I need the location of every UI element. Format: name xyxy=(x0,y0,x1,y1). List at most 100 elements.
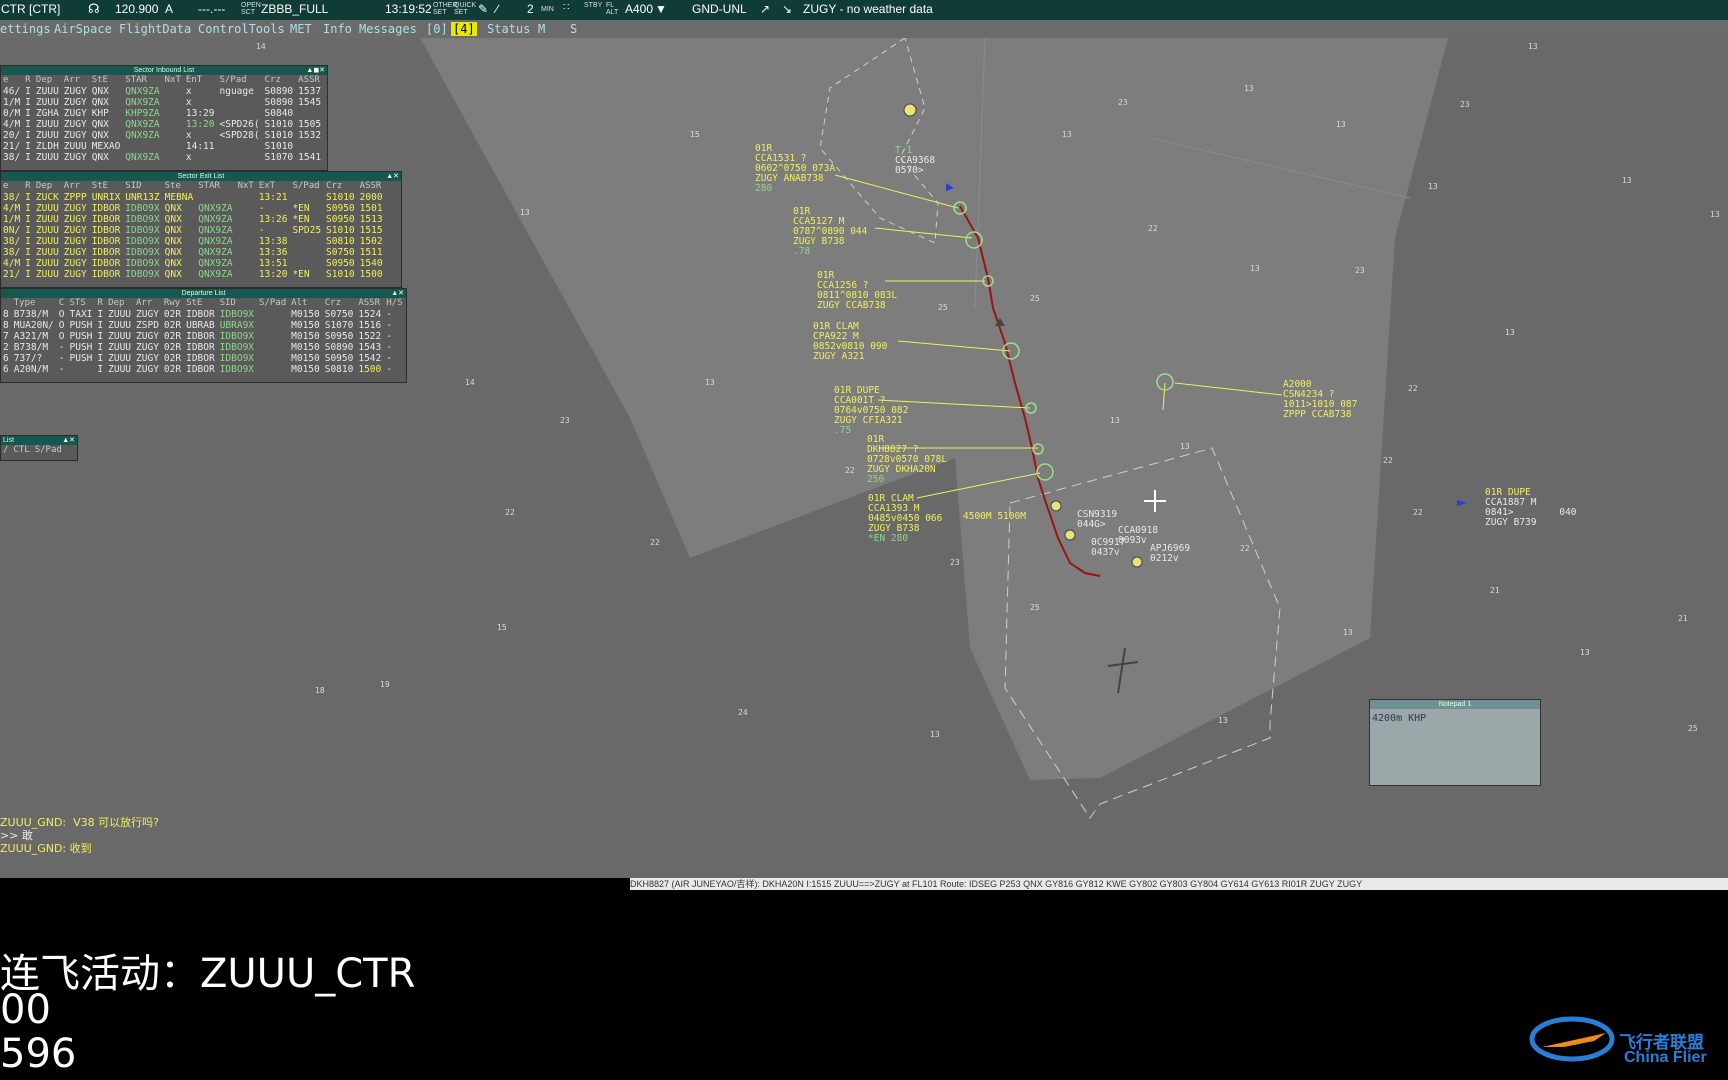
target-label-cca9368[interactable]: T-1 CCA9368 0570> xyxy=(895,146,935,176)
table-row[interactable]: 6 737/? - PUSH I ZUUU ZUGY 02R IDBOR IDBO9X M0150 S… xyxy=(1,353,406,364)
menu-settings[interactable]: ettings xyxy=(0,22,51,36)
menu-met[interactable]: MET xyxy=(290,22,312,36)
menu-info[interactable]: Info xyxy=(323,22,352,36)
column-header[interactable]: Dep xyxy=(34,181,62,192)
column-header[interactable]: H/S xyxy=(384,298,405,309)
column-header[interactable]: S/Pad xyxy=(290,181,324,192)
menu-m[interactable]: M xyxy=(538,22,545,36)
column-header[interactable]: Type xyxy=(12,298,57,309)
frequency-display[interactable]: 120.900 xyxy=(115,2,158,16)
table-row[interactable]: 2 B738/M - PUSH I ZUUU ZUGY 02R IDBOR IDBO9X M0150… xyxy=(1,342,406,353)
column-header[interactable]: C xyxy=(57,298,68,309)
column-header[interactable]: SID xyxy=(123,181,162,192)
target-label-csn9319[interactable]: CSN9319 044G> xyxy=(1077,510,1117,530)
headset-icon[interactable]: ☊ xyxy=(88,1,100,17)
column-header[interactable]: Crz xyxy=(324,181,358,192)
table-row[interactable]: 21/I ZLDH ZUUU MEXAO 14:11 S1010 xyxy=(1,141,324,152)
window-controls-icon[interactable]: ▲✕ xyxy=(386,172,399,181)
menu-status[interactable]: Status xyxy=(487,22,530,36)
column-header[interactable]: S/Pad xyxy=(257,298,289,309)
mode-indicator[interactable]: A xyxy=(165,2,173,16)
column-header[interactable]: CTL xyxy=(11,445,32,456)
table-row[interactable]: 0N/I ZUUU ZUGY IDBOR IDBO9X QNX QNX9ZA - SPD25 S1… xyxy=(1,225,386,236)
table-row[interactable]: 20/I ZUUU ZUGY QNX QNX9ZA x <SPD28(S1010 1532 xyxy=(1,130,324,141)
position-callsign[interactable]: CTR [CTR] xyxy=(1,2,60,16)
target-label-cca1256[interactable]: 01R CCA1256 ? 0811^0810 083L ZUGY CCAB738 xyxy=(817,271,897,311)
column-header[interactable]: StE xyxy=(90,75,124,86)
column-header[interactable]: SID xyxy=(218,298,257,309)
table-row[interactable]: 4/M I ZUUU ZUGY QNX QNX9ZA 13:20 <SPD26(S1010 15… xyxy=(1,119,324,130)
small-list-titlebar[interactable]: List ▲✕ xyxy=(1,436,77,445)
inbound-list-titlebar[interactable]: Sector Inbound List ▲◼✕ xyxy=(1,66,327,75)
menu-s[interactable]: S xyxy=(570,22,577,36)
table-row[interactable]: 6 A20N/M - I ZUUU ZUGY 02R IDBOR IDBO9X M0150 S081… xyxy=(1,364,406,375)
target-label-cca1887[interactable]: 01R DUPE CCA1887 M 0841> 040 ZUGY B739 xyxy=(1485,488,1577,528)
column-header[interactable]: Arr xyxy=(134,298,162,309)
table-row[interactable]: 21/I ZUUU ZUGY IDBOR IDBO9X QNX QNX9ZA 13:20 *EN… xyxy=(1,269,386,280)
level-filter[interactable]: GND-UNL xyxy=(692,2,747,16)
table-row[interactable]: 8 MUA20N/O PUSH I ZUUU ZSPD 02R UBRAB UBRA9X M015… xyxy=(1,320,406,331)
menu-flightdata[interactable]: FlightData xyxy=(119,22,191,36)
target-label-cca1393[interactable]: 01R CLAM CCA1393 M 0485v0450 066 ZUGY B738 *… xyxy=(868,494,942,544)
menu-messages[interactable]: Messages xyxy=(359,22,417,36)
column-header[interactable]: Alt xyxy=(289,298,323,309)
column-header[interactable]: NxT xyxy=(163,75,184,86)
altitude-value[interactable]: A400 xyxy=(625,2,653,16)
target-label-cpa922[interactable]: 01R CLAM CPA922 M 0852v0810 090 ZUGY A321 xyxy=(813,322,887,362)
table-row[interactable]: 4/M I ZUUU ZUGY IDBOR IDBO9X QNX QNX9ZA - *EN S095… xyxy=(1,203,386,214)
column-header[interactable]: Arr xyxy=(62,75,90,86)
chat-input[interactable]: >> 敢 xyxy=(0,829,33,842)
target-label-cca5127[interactable]: 01R CCA5127 M 0787^0890 044 ZUGY B738.78 xyxy=(793,207,867,257)
notepad-text[interactable]: 4200m KHP xyxy=(1370,709,1540,728)
table-row[interactable]: 0/M I ZGHA ZUGY KHP KHP9ZA 13:29 S0840 xyxy=(1,108,324,119)
notepad-title[interactable]: Notepad 1 xyxy=(1370,700,1540,709)
window-controls-icon[interactable]: ▲✕ xyxy=(391,289,404,298)
column-header[interactable]: StE xyxy=(90,181,124,192)
grid-icon[interactable]: ∷ xyxy=(563,2,569,13)
chat-messages[interactable]: ZUUU_GND: V38 可以放行吗? >> 敢 ZUUU_GND: 收到 xyxy=(0,816,159,855)
column-header[interactable]: STAR xyxy=(196,181,235,192)
column-header[interactable]: Ste xyxy=(163,181,197,192)
column-header[interactable]: e xyxy=(1,75,23,86)
departure-list[interactable]: Departure List ▲✕ Type C STS R Dep Arr Rwy StE SI… xyxy=(0,288,407,383)
menu-airspace[interactable]: AirSpace xyxy=(54,22,112,36)
column-header[interactable]: Rwy xyxy=(162,298,184,309)
table-row[interactable]: 7 A321/M O PUSH I ZUUU ZUGY 02R IDBOR IDBO9X M0150… xyxy=(1,331,406,342)
target-label-apj6969[interactable]: APJ6969 0212v xyxy=(1150,544,1190,564)
column-header[interactable]: STS xyxy=(68,298,96,309)
column-header[interactable]: Arr xyxy=(62,181,90,192)
exit-list-titlebar[interactable]: Sector Exit List ▲✕ xyxy=(1,172,401,181)
column-header[interactable]: Crz xyxy=(323,298,357,309)
messages-count-4[interactable]: [4] xyxy=(451,22,477,36)
table-row[interactable]: 4/M I ZUUU ZUGY IDBOR IDBO9X QNX QNX9ZA 13:51 S09… xyxy=(1,258,386,269)
column-header[interactable]: STAR xyxy=(123,75,162,86)
graph-icon[interactable]: ↗ xyxy=(760,2,770,16)
column-header[interactable]: EnT xyxy=(184,75,218,86)
column-header[interactable]: S/Pad xyxy=(218,75,263,86)
wind-icon[interactable]: ↘ xyxy=(782,2,792,16)
menu-controltools[interactable]: ControlTools xyxy=(198,22,285,36)
column-header[interactable]: R xyxy=(95,298,106,309)
column-header[interactable] xyxy=(1,298,12,309)
ruler-icon[interactable]: ∕ xyxy=(496,2,498,16)
column-header[interactable]: ASSR xyxy=(356,298,384,309)
column-header[interactable]: Dep xyxy=(106,298,134,309)
column-header[interactable]: e xyxy=(1,181,23,192)
sector-inbound-list[interactable]: Sector Inbound List ▲◼✕ e R Dep Arr StE STAR Nx… xyxy=(0,65,328,171)
table-row[interactable]: 38/I ZUCK ZPPP UNRIX UNR13Z MEBNA 13:21 S1010 20… xyxy=(1,192,386,203)
departure-list-titlebar[interactable]: Departure List ▲✕ xyxy=(1,289,406,298)
window-controls-icon[interactable]: ▲◼✕ xyxy=(306,66,325,75)
column-header[interactable]: NxT xyxy=(236,181,257,192)
column-header[interactable]: Crz xyxy=(263,75,297,86)
table-row[interactable]: 38/I ZUUU ZUGY QNX QNX9ZA x S1070 1541 xyxy=(1,152,324,163)
sector-file-name[interactable]: ZBBB_FULL xyxy=(261,2,328,16)
min-value[interactable]: 2 xyxy=(527,2,534,16)
table-row[interactable]: 1/M I ZUUU ZUGY IDBOR IDBO9X QNX QNX9ZA 13:26 *EN… xyxy=(1,214,386,225)
column-header[interactable]: R xyxy=(23,75,34,86)
stby-label[interactable]: STBY xyxy=(584,2,602,9)
fl-alt-toggle[interactable]: FL ALT xyxy=(606,2,618,16)
target-label-csn4234[interactable]: A2000 CSN4234 ? 1011>1010 087 ZPPP CCAB738 xyxy=(1283,380,1357,420)
column-header[interactable]: ExT xyxy=(257,181,291,192)
table-row[interactable]: 1/M I ZUUU ZUGY QNX QNX9ZA x S0890 1545 xyxy=(1,97,324,108)
pencil-icon[interactable]: ✎ xyxy=(478,2,488,16)
